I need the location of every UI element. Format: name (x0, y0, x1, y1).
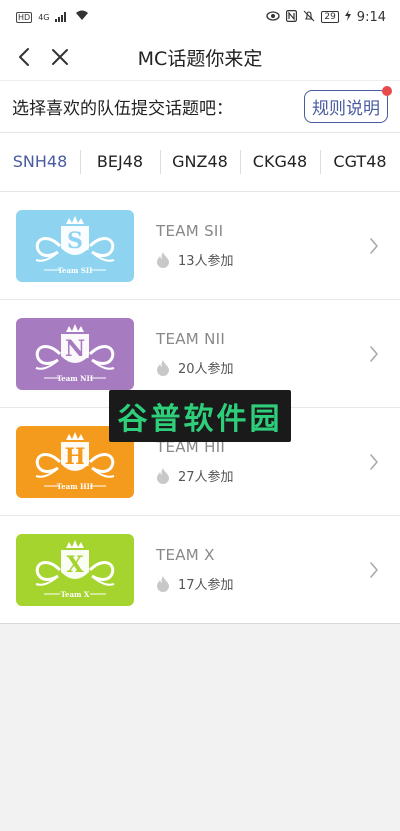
nav-bar: MC话题你来定 (0, 34, 400, 80)
signal-icon (55, 12, 69, 22)
team-row-x[interactable]: X Team X TEAM X 17人参加 (0, 516, 400, 624)
hd-badge: HD (16, 11, 33, 23)
participant-count-label: 13人参加 (178, 254, 234, 269)
team-name: TEAM NII (156, 330, 226, 348)
participant-count: 17人参加 (156, 574, 364, 593)
team-logo: S Ⅱ Team SII (16, 209, 134, 282)
team-logo: X Team X (16, 533, 134, 606)
charging-icon (344, 10, 351, 24)
status-left: HD 4G (16, 10, 89, 24)
tab-ckg48[interactable]: CKG48 (240, 150, 320, 174)
flame-icon (157, 252, 169, 268)
battery-indicator: 29 (321, 11, 339, 23)
tab-snh48[interactable]: SNH48 (0, 150, 80, 174)
row-chevron (364, 237, 384, 255)
team-logo: N Ⅱ Team NII (16, 317, 134, 390)
crest-caption: Team SII (58, 266, 93, 275)
rules-button[interactable]: 规则说明 (304, 86, 392, 123)
team-name: TEAM X (156, 546, 215, 564)
nfc-icon (286, 9, 298, 25)
tab-cgt48[interactable]: CGT48 (320, 150, 400, 174)
prompt-bar: 选择喜欢的队伍提交话题吧： 规则说明 (0, 80, 400, 132)
tab-gnz48[interactable]: GNZ48 (160, 150, 240, 174)
crest-sub: Ⅱ (83, 242, 90, 252)
crest-caption: Team NII (57, 374, 93, 383)
eye-icon (266, 10, 280, 24)
team-crest-icon: NⅡTeam NII (35, 323, 115, 383)
participant-count: 13人参加 (156, 250, 364, 269)
team-crest-icon: S Ⅱ Team SII (35, 215, 115, 275)
row-chevron (364, 453, 384, 471)
crest-sub: Ⅱ (83, 350, 90, 360)
team-info: TEAM HII 27人参加 (156, 438, 364, 485)
chevron-right-icon (370, 561, 378, 578)
crest-letter: S (67, 228, 83, 254)
crest-caption: Team X (61, 590, 90, 599)
participant-count-label: 20人参加 (178, 362, 234, 377)
team-info: TEAM X 17人参加 (156, 546, 364, 593)
team-info: TEAM NII 20人参加 (156, 330, 364, 377)
group-tabs: SNH48 BEJ48 GNZ48 CKG48 CGT48 (0, 132, 400, 192)
close-button[interactable] (42, 34, 78, 80)
prompt-text: 选择喜欢的队伍提交话题吧： (12, 99, 233, 119)
rules-button-label: 规则说明 (312, 99, 380, 119)
row-chevron (364, 561, 384, 579)
chevron-right-icon (370, 453, 378, 470)
flame-icon (157, 576, 169, 592)
watermark-text: 谷普软件园 (117, 402, 283, 437)
participant-count-label: 27人参加 (178, 470, 234, 485)
flame-icon (157, 468, 169, 484)
chevron-left-icon (19, 48, 29, 66)
status-right: 29 9:14 (266, 10, 386, 25)
clock: 9:14 (356, 9, 386, 25)
participant-count: 27人参加 (156, 466, 364, 485)
wifi-icon (75, 10, 89, 24)
participant-count-label: 17人参加 (178, 578, 234, 593)
network-label: 4G (38, 12, 50, 22)
chevron-right-icon (370, 237, 378, 254)
close-icon (52, 49, 68, 65)
notification-dot (382, 86, 392, 96)
back-button[interactable] (6, 34, 42, 80)
team-info: TEAM SII 13人参加 (156, 222, 364, 269)
team-crest-icon: X Team X (35, 539, 115, 599)
participant-count: 20人参加 (156, 358, 364, 377)
mute-icon (303, 10, 315, 25)
tab-bej48[interactable]: BEJ48 (80, 150, 160, 174)
crest-sub: Ⅱ (83, 458, 90, 468)
status-bar: HD 4G 29 9:14 (0, 0, 400, 34)
chevron-right-icon (370, 345, 378, 362)
row-chevron (364, 345, 384, 363)
team-name: TEAM SII (156, 222, 224, 240)
team-row-sii[interactable]: S Ⅱ Team SII TEAM SII 13人参加 (0, 192, 400, 300)
watermark: 谷普软件园 (109, 390, 291, 442)
flame-icon (157, 360, 169, 376)
crest-caption: Team HII (57, 482, 93, 491)
crest-letter: X (66, 552, 84, 578)
